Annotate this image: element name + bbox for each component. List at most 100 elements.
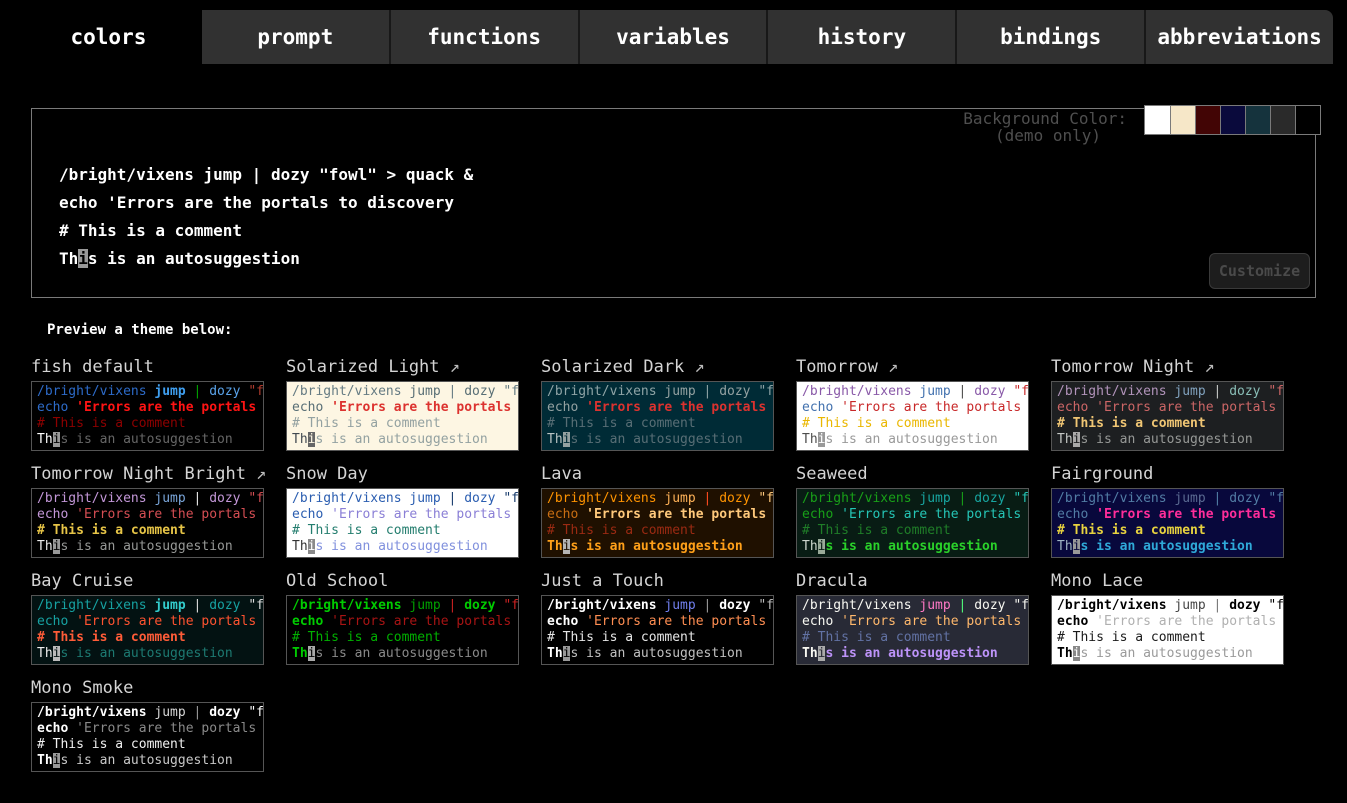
sample-line-command: /bright/vixens jump | dozy "fowl" > quac…	[547, 384, 768, 400]
theme-card-just-a-touch: Just a Touch/bright/vixens jump | dozy "…	[541, 571, 774, 665]
theme-name-snow-day[interactable]: Snow Day	[286, 464, 519, 485]
sample-line-command: /bright/vixens jump | dozy "fowl" > quac…	[802, 598, 1023, 614]
external-link-icon: ↗	[440, 357, 460, 377]
sample-line-echo: echo 'Errors are the portals to discover…	[292, 400, 513, 416]
theme-sample-solarized-dark[interactable]: /bright/vixens jump | dozy "fowl" > quac…	[541, 381, 774, 451]
theme-sample-tomorrow[interactable]: /bright/vixens jump | dozy "fowl" > quac…	[796, 381, 1029, 451]
sample-line-autosuggestion: This is an autosuggestion	[59, 245, 473, 273]
sample-line-echo: echo 'Errors are the portals to discover…	[59, 189, 473, 217]
tab-bindings[interactable]: bindings	[955, 10, 1144, 64]
theme-card-dracula: Dracula/bright/vixens jump | dozy "fowl"…	[796, 571, 1029, 665]
background-swatch-black[interactable]	[1295, 106, 1320, 134]
sample-line-autosuggestion: This is an autosuggestion	[37, 539, 258, 555]
tab-colors[interactable]: colors	[15, 6, 202, 68]
theme-sample-mono-smoke[interactable]: /bright/vixens jump | dozy "fowl" > quac…	[31, 702, 264, 772]
external-link-icon: ↗	[878, 357, 898, 377]
theme-card-seaweed: Seaweed/bright/vixens jump | dozy "fowl"…	[796, 464, 1029, 558]
sample-line-echo: echo 'Errors are the portals to discover…	[37, 507, 258, 523]
sample-line-command: /bright/vixens jump | dozy "fowl" > quac…	[1057, 598, 1278, 614]
theme-sample-fairground[interactable]: /bright/vixens jump | dozy "fowl" > quac…	[1051, 488, 1284, 558]
theme-sample-lava[interactable]: /bright/vixens jump | dozy "fowl" > quac…	[541, 488, 774, 558]
sample-line-echo: echo 'Errors are the portals to discover…	[547, 400, 768, 416]
theme-name-fish-default[interactable]: fish default	[31, 357, 264, 378]
theme-sample-just-a-touch[interactable]: /bright/vixens jump | dozy "fowl" > quac…	[541, 595, 774, 665]
sample-line-command: /bright/vixens jump | dozy "fowl" > quac…	[802, 384, 1023, 400]
theme-sample-bay-cruise[interactable]: /bright/vixens jump | dozy "fowl" > quac…	[31, 595, 264, 665]
theme-grid: fish default/bright/vixens jump | dozy "…	[31, 357, 1284, 772]
sample-line-command: /bright/vixens jump | dozy "fowl" > quac…	[292, 384, 513, 400]
sample-line-command: /bright/vixens jump | dozy "fowl" > quac…	[37, 598, 258, 614]
theme-name-solarized-light[interactable]: Solarized Light ↗	[286, 357, 519, 378]
sample-line-autosuggestion: This is an autosuggestion	[37, 753, 258, 769]
sample-line-comment: # This is a comment	[292, 523, 513, 539]
theme-sample-dracula[interactable]: /bright/vixens jump | dozy "fowl" > quac…	[796, 595, 1029, 665]
sample-line-comment: # This is a comment	[37, 737, 258, 753]
sample-line-command: /bright/vixens jump | dozy "fowl" > quac…	[37, 384, 258, 400]
theme-name-seaweed[interactable]: Seaweed	[796, 464, 1029, 485]
theme-card-mono-lace: Mono Lace/bright/vixens jump | dozy "fow…	[1051, 571, 1284, 665]
sample-line-comment: # This is a comment	[292, 630, 513, 646]
customize-button[interactable]: Customize	[1209, 253, 1310, 289]
tab-prompt[interactable]: prompt	[202, 10, 389, 64]
theme-name-solarized-dark[interactable]: Solarized Dark ↗	[541, 357, 774, 378]
sample-line-comment: # This is a comment	[802, 523, 1023, 539]
background-swatch-strip	[1144, 105, 1321, 135]
theme-card-solarized-dark: Solarized Dark ↗ /bright/vixens jump | do…	[541, 357, 774, 451]
sample-line-comment: # This is a comment	[37, 416, 258, 432]
background-swatch-dark-red[interactable]	[1195, 106, 1220, 134]
theme-sample-tomorrow-night[interactable]: /bright/vixens jump | dozy "fowl" > quac…	[1051, 381, 1284, 451]
sample-line-command: /bright/vixens jump | dozy "fowl" > quac…	[802, 491, 1023, 507]
sample-line-comment: # This is a comment	[547, 523, 768, 539]
sample-line-echo: echo 'Errors are the portals to discover…	[802, 507, 1023, 523]
sample-line-echo: echo 'Errors are the portals to discover…	[802, 400, 1023, 416]
theme-card-bay-cruise: Bay Cruise/bright/vixens jump | dozy "fo…	[31, 571, 264, 665]
theme-sample-snow-day[interactable]: /bright/vixens jump | dozy "fowl" > quac…	[286, 488, 519, 558]
terminal-sample-text: /bright/vixens jump | dozy "fowl" > quac…	[59, 161, 473, 273]
background-color-label: Background Color: (demo only)	[963, 110, 1127, 144]
theme-name-dracula[interactable]: Dracula	[796, 571, 1029, 592]
sample-line-comment: # This is a comment	[802, 630, 1023, 646]
theme-name-mono-lace[interactable]: Mono Lace	[1051, 571, 1284, 592]
tab-history[interactable]: history	[766, 10, 955, 64]
theme-card-snow-day: Snow Day/bright/vixens jump | dozy "fowl…	[286, 464, 519, 558]
theme-name-just-a-touch[interactable]: Just a Touch	[541, 571, 774, 592]
theme-card-tomorrow-night: Tomorrow Night ↗ /bright/vixens jump | do…	[1051, 357, 1284, 451]
tab-abbreviations[interactable]: abbreviations	[1144, 10, 1333, 64]
theme-sample-tomorrow-night-bright[interactable]: /bright/vixens jump | dozy "fowl" > quac…	[31, 488, 264, 558]
sample-line-echo: echo 'Errors are the portals to discover…	[37, 721, 258, 737]
theme-sample-seaweed[interactable]: /bright/vixens jump | dozy "fowl" > quac…	[796, 488, 1029, 558]
external-link-icon: ↗	[1194, 357, 1214, 377]
theme-sample-mono-lace[interactable]: /bright/vixens jump | dozy "fowl" > quac…	[1051, 595, 1284, 665]
theme-name-tomorrow[interactable]: Tomorrow ↗	[796, 357, 1029, 378]
theme-name-old-school[interactable]: Old School	[286, 571, 519, 592]
theme-name-tomorrow-night[interactable]: Tomorrow Night ↗	[1051, 357, 1284, 378]
theme-card-fish-default: fish default/bright/vixens jump | dozy "…	[31, 357, 264, 451]
theme-sample-fish-default[interactable]: /bright/vixens jump | dozy "fowl" > quac…	[31, 381, 264, 451]
tab-functions[interactable]: functions	[389, 10, 578, 64]
theme-name-bay-cruise[interactable]: Bay Cruise	[31, 571, 264, 592]
tab-variables[interactable]: variables	[578, 10, 767, 64]
sample-line-command: /bright/vixens jump | dozy "fowl" > quac…	[1057, 384, 1278, 400]
sample-line-comment: # This is a comment	[547, 416, 768, 432]
sample-line-comment: # This is a comment	[292, 416, 513, 432]
theme-name-tomorrow-night-bright[interactable]: Tomorrow Night Bright ↗	[31, 464, 264, 485]
sample-line-autosuggestion: This is an autosuggestion	[292, 539, 513, 555]
theme-card-mono-smoke: Mono Smoke/bright/vixens jump | dozy "fo…	[31, 678, 264, 772]
sample-line-comment: # This is a comment	[37, 630, 258, 646]
background-swatch-white[interactable]	[1145, 106, 1170, 134]
theme-name-mono-smoke[interactable]: Mono Smoke	[31, 678, 264, 699]
sample-line-autosuggestion: This is an autosuggestion	[292, 432, 513, 448]
theme-name-fairground[interactable]: Fairground	[1051, 464, 1284, 485]
sample-line-command: /bright/vixens jump | dozy "fowl" > quac…	[37, 491, 258, 507]
sample-line-autosuggestion: This is an autosuggestion	[802, 539, 1023, 555]
background-swatch-cream[interactable]	[1170, 106, 1195, 134]
theme-sample-old-school[interactable]: /bright/vixens jump | dozy "fowl" > quac…	[286, 595, 519, 665]
sample-line-echo: echo 'Errors are the portals to discover…	[547, 614, 768, 630]
theme-card-lava: Lava/bright/vixens jump | dozy "fowl" > …	[541, 464, 774, 558]
theme-name-lava[interactable]: Lava	[541, 464, 774, 485]
background-swatch-charcoal[interactable]	[1270, 106, 1295, 134]
background-swatch-navy[interactable]	[1220, 106, 1245, 134]
sample-line-command: /bright/vixens jump | dozy "fowl" > quac…	[547, 598, 768, 614]
background-swatch-teal[interactable]	[1245, 106, 1270, 134]
theme-sample-solarized-light[interactable]: /bright/vixens jump | dozy "fowl" > quac…	[286, 381, 519, 451]
